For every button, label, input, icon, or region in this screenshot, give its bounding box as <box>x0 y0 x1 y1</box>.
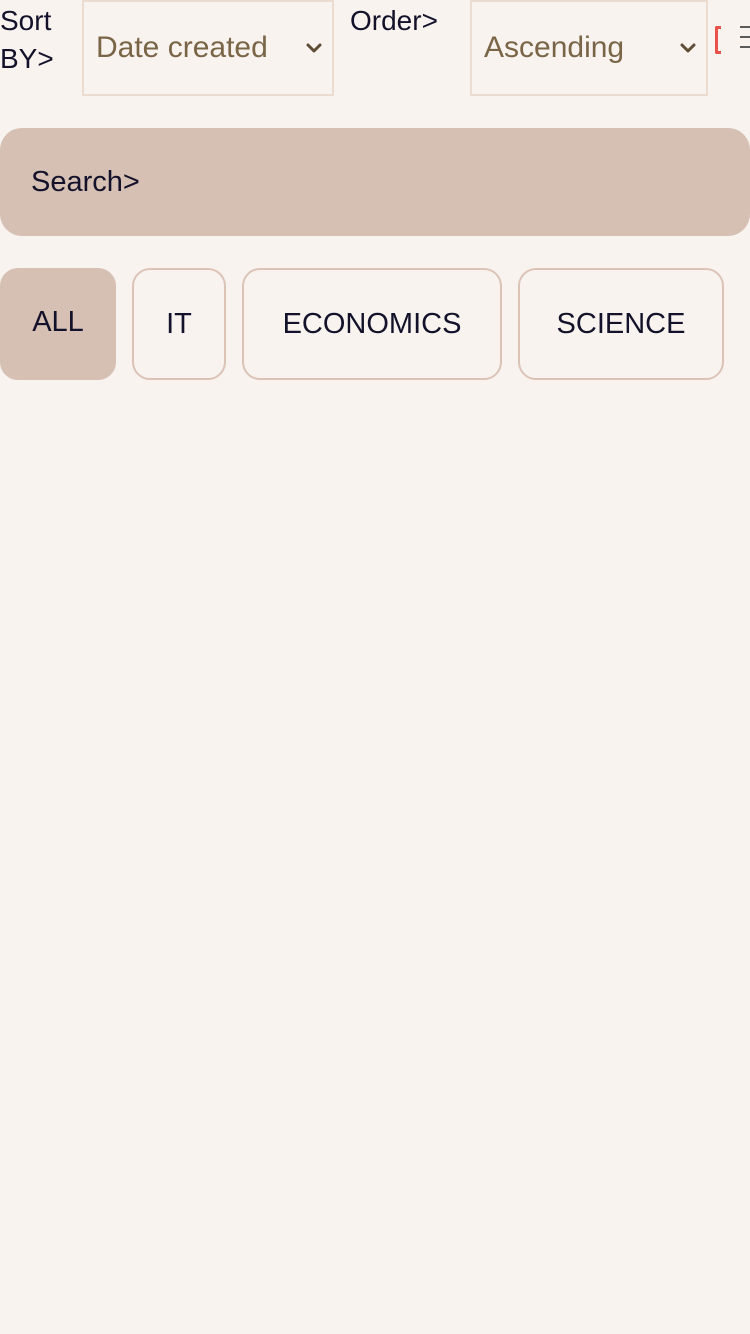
search-placeholder: Search> <box>31 165 140 198</box>
order-value: Ascending <box>484 31 625 64</box>
sort-by-value: Date created <box>96 31 268 64</box>
category-chip-science[interactable]: SCIENCE <box>518 268 724 380</box>
order-label: Order> <box>350 5 438 36</box>
sort-by-label: Sort BY> <box>0 5 54 74</box>
chip-label: ALL <box>32 305 84 338</box>
red-bracket-icon[interactable] <box>715 26 721 54</box>
category-chip-all[interactable]: ALL <box>0 268 116 380</box>
chevron-down-icon <box>306 43 322 53</box>
order-select[interactable]: Ascending <box>470 0 708 96</box>
chip-label: ECONOMICS <box>282 307 462 340</box>
menu-icon[interactable] <box>740 26 750 52</box>
chip-label: IT <box>166 307 192 340</box>
chip-label: SCIENCE <box>556 307 686 340</box>
category-chip-economics[interactable]: ECONOMICS <box>242 268 502 380</box>
page: Sort BY> Date created Order> Ascending S… <box>0 0 750 1334</box>
search-bar[interactable]: Search> <box>0 128 750 236</box>
category-chip-it[interactable]: IT <box>132 268 226 380</box>
sort-by-select[interactable]: Date created <box>82 0 334 96</box>
chevron-down-icon <box>680 43 696 53</box>
